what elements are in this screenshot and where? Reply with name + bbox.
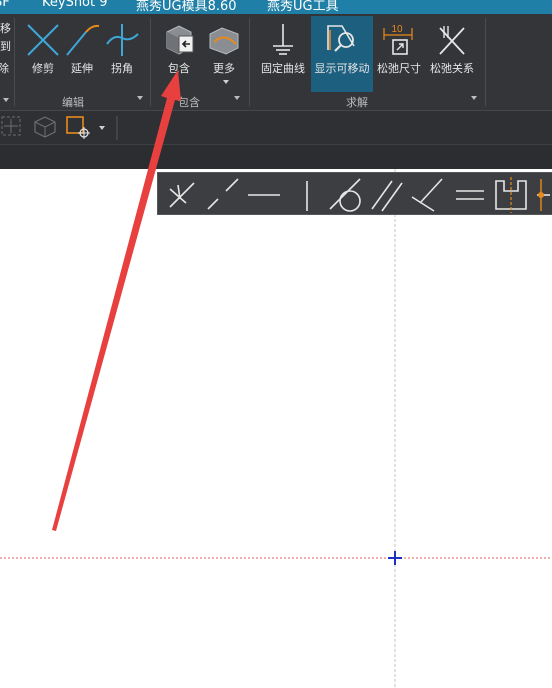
selection-toolbar	[0, 110, 552, 144]
extend-icon	[66, 24, 100, 56]
coincident-icon[interactable]	[169, 182, 195, 208]
show-movable-button[interactable]: 显示可移动	[311, 16, 373, 92]
tangent-icon[interactable]	[329, 178, 361, 212]
corner-label: 拐角	[111, 62, 133, 75]
menu-item-keyshot[interactable]: KeyShot 9	[42, 0, 108, 10]
contain-button[interactable]: 包含	[160, 18, 198, 88]
document-tab-strip	[0, 144, 552, 169]
menu-item-yanxiu-mold[interactable]: 燕秀UG模具8.60	[136, 0, 237, 14]
snap-target-icon[interactable]	[66, 116, 90, 139]
ribbon: 移 到 除 修剪 延伸 拐角 编辑 包含 更多 包含 固定曲线 显示可移动 10…	[0, 14, 552, 110]
midpoint-icon[interactable]	[537, 179, 550, 211]
group-label-solve: 求解	[346, 96, 368, 109]
extend-label: 延伸	[71, 62, 93, 75]
relax-dimension-label: 松弛尺寸	[377, 62, 421, 75]
extend-button[interactable]: 延伸	[64, 18, 100, 88]
snap-dropdown-caret[interactable]	[99, 126, 105, 130]
relax-dimension-icon: 10	[383, 24, 413, 55]
sketch-constraint-toolbar	[157, 172, 552, 215]
group-solve-caret[interactable]	[471, 96, 477, 100]
trim-button[interactable]: 修剪	[24, 18, 62, 88]
group-label-edit: 编辑	[62, 96, 84, 109]
more-label: 更多	[213, 62, 235, 75]
group-divider	[249, 18, 250, 106]
show-movable-label: 显示可移动	[314, 62, 370, 75]
group-divider	[14, 18, 15, 106]
partial-label-move[interactable]: 移	[0, 20, 11, 36]
partial-group-caret[interactable]	[3, 98, 9, 102]
relax-dimension-button[interactable]: 10 松弛尺寸	[375, 18, 423, 88]
relax-relation-button[interactable]: 松弛关系	[425, 18, 479, 88]
contain-icon	[166, 25, 194, 55]
graphics-window[interactable]	[0, 169, 552, 688]
fixed-curve-icon	[273, 24, 293, 55]
cube-filter-icon[interactable]	[34, 116, 56, 138]
symmetric-icon[interactable]	[495, 177, 527, 213]
menu-item-sf[interactable]: SF	[0, 0, 10, 10]
more-icon	[209, 27, 239, 55]
fixed-curve-button[interactable]: 固定曲线	[258, 18, 308, 88]
fixed-curve-label: 固定曲线	[261, 62, 305, 75]
trim-icon	[27, 24, 59, 56]
perpendicular-icon[interactable]	[411, 178, 443, 212]
relax-relation-icon	[439, 26, 465, 55]
equal-length-icon[interactable]	[456, 190, 484, 200]
corner-button[interactable]: 拐角	[104, 18, 140, 88]
partial-label-to[interactable]: 到	[0, 38, 11, 54]
corner-icon	[106, 24, 139, 56]
trim-label: 修剪	[32, 62, 54, 75]
group-divider	[150, 18, 151, 106]
more-button[interactable]: 更多	[204, 18, 244, 88]
group-contain-caret[interactable]	[234, 96, 240, 100]
group-edit-caret[interactable]	[137, 96, 143, 100]
snap-point-icon[interactable]	[1, 116, 21, 136]
contain-label: 包含	[168, 62, 190, 75]
group-divider	[485, 18, 486, 106]
more-dropdown-caret[interactable]	[223, 80, 229, 84]
relax-relation-label: 松弛关系	[430, 62, 474, 75]
sketch-canvas[interactable]	[0, 169, 552, 688]
menu-item-yanxiu-tools[interactable]: 燕秀UG工具	[267, 0, 339, 14]
origin-cross-icon	[388, 551, 402, 565]
collinear-icon[interactable]	[207, 178, 239, 210]
selection-toolbar-icons	[1, 116, 118, 140]
menu-bar: SF KeyShot 9 燕秀UG模具8.60 燕秀UG工具	[0, 0, 552, 14]
relax-dimension-value: 10	[391, 24, 403, 35]
parallel-icon[interactable]	[371, 180, 403, 212]
group-label-contain: 包含	[178, 96, 200, 109]
partial-label-delete[interactable]: 除	[0, 60, 9, 76]
show-movable-icon	[327, 25, 355, 52]
